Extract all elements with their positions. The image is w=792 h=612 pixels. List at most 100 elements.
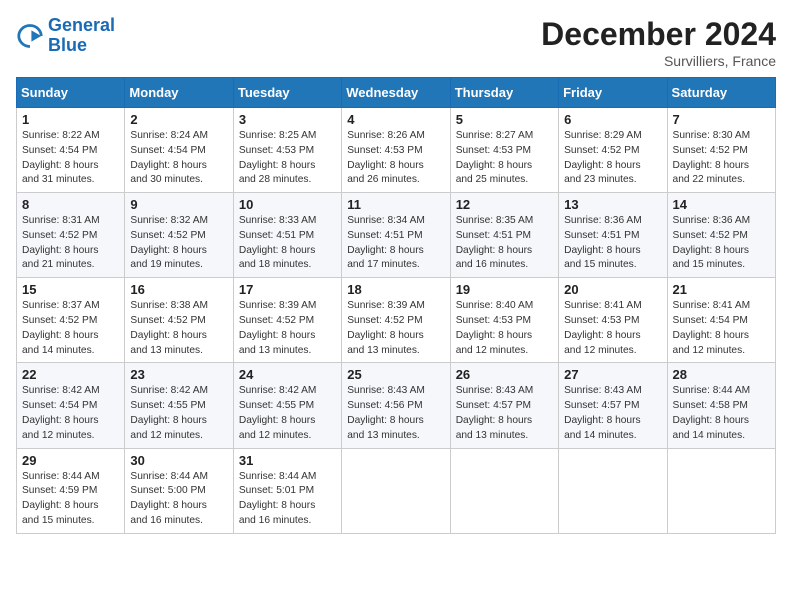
page-header: General Blue December 2024 Survilliers, … (16, 16, 776, 69)
day-number: 23 (130, 367, 227, 382)
table-row: 14Sunrise: 8:36 AMSunset: 4:52 PMDayligh… (667, 193, 775, 278)
day-number: 19 (456, 282, 553, 297)
day-info: Sunrise: 8:43 AMSunset: 4:57 PMDaylight:… (456, 384, 553, 443)
day-info: Sunrise: 8:41 AMSunset: 4:53 PMDaylight:… (564, 299, 661, 358)
table-row: 15 Sunrise: 8:37 AMSunset: 4:52 PMDayligh… (17, 278, 125, 363)
table-row: 9Sunrise: 8:32 AMSunset: 4:52 PMDaylight… (125, 193, 233, 278)
table-row: 1 Sunrise: 8:22 AMSunset: 4:54 PMDaylight… (17, 108, 125, 193)
calendar-row: 8 Sunrise: 8:31 AMSunset: 4:52 PMDaylight… (17, 193, 776, 278)
table-row: 27 Sunrise: 8:43 AMSunset: 4:57 PMDayligh… (559, 363, 667, 448)
day-number: 4 (347, 112, 444, 127)
days-header-row: Sunday Monday Tuesday Wednesday Thursday… (17, 78, 776, 108)
table-row: 6 Sunrise: 8:29 AMSunset: 4:52 PMDaylight… (559, 108, 667, 193)
day-number: 26 (456, 367, 553, 382)
day-number: 29 (22, 453, 119, 468)
day-info: Sunrise: 8:34 AMSunset: 4:51 PMDaylight:… (347, 214, 444, 273)
month-title: December 2024 (541, 16, 776, 53)
table-row: 18 Sunrise: 8:39 AMSunset: 4:52 PMDayligh… (342, 278, 450, 363)
header-tuesday: Tuesday (233, 78, 341, 108)
day-number: 6 (564, 112, 661, 127)
day-number: 27 (564, 367, 661, 382)
table-row: 10 Sunrise: 8:33 AMSunset: 4:51 PMDayligh… (233, 193, 341, 278)
day-info: Sunrise: 8:43 AMSunset: 4:57 PMDaylight:… (564, 384, 661, 443)
table-row: 20 Sunrise: 8:41 AMSunset: 4:53 PMDayligh… (559, 278, 667, 363)
day-info: Sunrise: 8:29 AMSunset: 4:52 PMDaylight:… (564, 129, 661, 188)
table-row: 30 Sunrise: 8:44 AMSunset: 5:00 PMDayligh… (125, 448, 233, 533)
day-info: Sunrise: 8:39 AMSunset: 4:52 PMDaylight:… (239, 299, 336, 358)
day-info: Sunrise: 8:36 AMSunset: 4:51 PMDaylight:… (564, 214, 661, 273)
day-info: Sunrise: 8:44 AMSunset: 5:01 PMDaylight:… (239, 470, 336, 529)
table-row: 21 Sunrise: 8:41 AMSunset: 4:54 PMDayligh… (667, 278, 775, 363)
logo-line1: General (48, 15, 115, 35)
table-row: 26 Sunrise: 8:43 AMSunset: 4:57 PMDayligh… (450, 363, 558, 448)
table-row: 17 Sunrise: 8:39 AMSunset: 4:52 PMDayligh… (233, 278, 341, 363)
day-info: Sunrise: 8:42 AMSunset: 4:55 PMDaylight:… (239, 384, 336, 443)
table-row (559, 448, 667, 533)
location-subtitle: Survilliers, France (541, 53, 776, 69)
table-row (342, 448, 450, 533)
day-info: Sunrise: 8:32 AMSunset: 4:52 PMDaylight:… (130, 214, 227, 273)
table-row: 19Sunrise: 8:40 AMSunset: 4:53 PMDayligh… (450, 278, 558, 363)
day-info: Sunrise: 8:36 AMSunset: 4:52 PMDaylight:… (673, 214, 770, 273)
day-number: 25 (347, 367, 444, 382)
table-row: 23 Sunrise: 8:42 AMSunset: 4:55 PMDayligh… (125, 363, 233, 448)
calendar-table: Sunday Monday Tuesday Wednesday Thursday… (16, 77, 776, 534)
logo: General Blue (16, 16, 115, 56)
day-number: 7 (673, 112, 770, 127)
day-info: Sunrise: 8:31 AMSunset: 4:52 PMDaylight:… (22, 214, 119, 273)
day-number: 16 (130, 282, 227, 297)
calendar-row: 15 Sunrise: 8:37 AMSunset: 4:52 PMDayligh… (17, 278, 776, 363)
day-number: 8 (22, 197, 119, 212)
day-info: Sunrise: 8:44 AMSunset: 5:00 PMDaylight:… (130, 470, 227, 529)
day-number: 10 (239, 197, 336, 212)
day-number: 2 (130, 112, 227, 127)
day-info: Sunrise: 8:37 AMSunset: 4:52 PMDaylight:… (22, 299, 119, 358)
day-number: 15 (22, 282, 119, 297)
day-info: Sunrise: 8:43 AMSunset: 4:56 PMDaylight:… (347, 384, 444, 443)
logo-line2: Blue (48, 35, 87, 55)
day-info: Sunrise: 8:22 AMSunset: 4:54 PMDaylight:… (22, 129, 119, 188)
day-info: Sunrise: 8:25 AMSunset: 4:53 PMDaylight:… (239, 129, 336, 188)
table-row: 31 Sunrise: 8:44 AMSunset: 5:01 PMDayligh… (233, 448, 341, 533)
day-number: 20 (564, 282, 661, 297)
table-row: 13Sunrise: 8:36 AMSunset: 4:51 PMDayligh… (559, 193, 667, 278)
table-row: 8 Sunrise: 8:31 AMSunset: 4:52 PMDaylight… (17, 193, 125, 278)
day-info: Sunrise: 8:24 AMSunset: 4:54 PMDaylight:… (130, 129, 227, 188)
table-row: 25 Sunrise: 8:43 AMSunset: 4:56 PMDayligh… (342, 363, 450, 448)
table-row: 7 Sunrise: 8:30 AMSunset: 4:52 PMDaylight… (667, 108, 775, 193)
day-number: 22 (22, 367, 119, 382)
day-number: 5 (456, 112, 553, 127)
day-info: Sunrise: 8:27 AMSunset: 4:53 PMDaylight:… (456, 129, 553, 188)
title-block: December 2024 Survilliers, France (541, 16, 776, 69)
day-number: 18 (347, 282, 444, 297)
table-row: 12Sunrise: 8:35 AMSunset: 4:51 PMDayligh… (450, 193, 558, 278)
table-row (667, 448, 775, 533)
table-row: 5 Sunrise: 8:27 AMSunset: 4:53 PMDaylight… (450, 108, 558, 193)
day-info: Sunrise: 8:42 AMSunset: 4:55 PMDaylight:… (130, 384, 227, 443)
day-info: Sunrise: 8:41 AMSunset: 4:54 PMDaylight:… (673, 299, 770, 358)
day-number: 17 (239, 282, 336, 297)
header-saturday: Saturday (667, 78, 775, 108)
day-number: 30 (130, 453, 227, 468)
table-row: 16Sunrise: 8:38 AMSunset: 4:52 PMDayligh… (125, 278, 233, 363)
header-wednesday: Wednesday (342, 78, 450, 108)
day-number: 24 (239, 367, 336, 382)
calendar-row: 1 Sunrise: 8:22 AMSunset: 4:54 PMDaylight… (17, 108, 776, 193)
day-info: Sunrise: 8:33 AMSunset: 4:51 PMDaylight:… (239, 214, 336, 273)
table-row: 29Sunrise: 8:44 AMSunset: 4:59 PMDayligh… (17, 448, 125, 533)
calendar-row: 22Sunrise: 8:42 AMSunset: 4:54 PMDayligh… (17, 363, 776, 448)
day-info: Sunrise: 8:26 AMSunset: 4:53 PMDaylight:… (347, 129, 444, 188)
table-row: 4 Sunrise: 8:26 AMSunset: 4:53 PMDaylight… (342, 108, 450, 193)
header-friday: Friday (559, 78, 667, 108)
day-number: 21 (673, 282, 770, 297)
calendar-row: 29Sunrise: 8:44 AMSunset: 4:59 PMDayligh… (17, 448, 776, 533)
table-row (450, 448, 558, 533)
day-info: Sunrise: 8:30 AMSunset: 4:52 PMDaylight:… (673, 129, 770, 188)
day-info: Sunrise: 8:39 AMSunset: 4:52 PMDaylight:… (347, 299, 444, 358)
table-row: 22Sunrise: 8:42 AMSunset: 4:54 PMDayligh… (17, 363, 125, 448)
day-number: 1 (22, 112, 119, 127)
table-row: 3Sunrise: 8:25 AMSunset: 4:53 PMDaylight… (233, 108, 341, 193)
day-number: 11 (347, 197, 444, 212)
day-number: 31 (239, 453, 336, 468)
header-sunday: Sunday (17, 78, 125, 108)
